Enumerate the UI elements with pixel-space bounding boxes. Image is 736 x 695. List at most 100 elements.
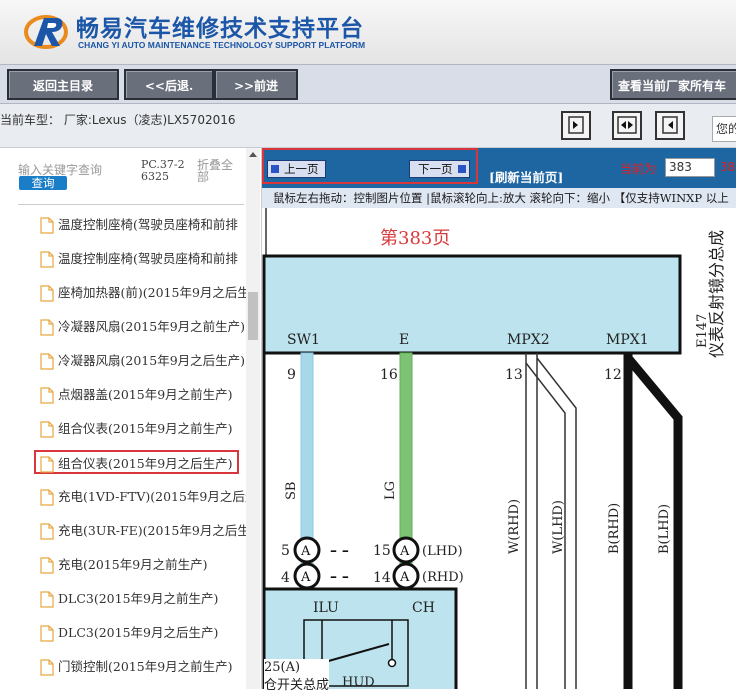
tree-item[interactable]: 点烟器盖(2015年9月之前生产) <box>40 383 233 407</box>
current-model: 当前车型： 厂家:Lexus（凌志)LX5702016 <box>0 113 236 127</box>
catalog-sidebar: 输入关键字查询 查询 PC.37-26325 折叠全部 温度控制座椅(驾驶员座椅… <box>0 148 262 689</box>
connector-letter: A <box>399 544 410 559</box>
expand-icon <box>617 116 637 134</box>
scroll-up-arrow-icon[interactable] <box>249 152 257 157</box>
svg-text:– –: – – <box>330 543 349 559</box>
document-icon <box>40 659 54 676</box>
lower-label: CH <box>412 600 435 616</box>
pin-number: 9 <box>287 367 296 383</box>
document-icon <box>40 523 54 540</box>
tree-item-label: 充电(3UR-FE)(2015年9月之后生 <box>58 523 246 538</box>
wire-color-label: W(RHD) <box>507 499 522 554</box>
main-toolbar: 返回主目录 <<后退. >>前进 查看当前厂家所有车 <box>0 64 736 104</box>
expand-both-button[interactable] <box>612 111 642 140</box>
wiring-diagram-svg: 第383页 E147 仪表反射镜分总成 SW1 E MPX2 MPX1 9 16… <box>262 208 726 689</box>
page-title: 第383页 <box>380 228 450 249</box>
wire-color-label: W(LHD) <box>551 500 566 554</box>
connector-tag: (LHD) <box>422 544 463 559</box>
collapse-right-button[interactable] <box>655 111 685 140</box>
tree-item-label: 冷凝器风扇(2015年9月之后生产) <box>58 353 246 368</box>
tree-item-label: 点烟器盖(2015年9月之前生产) <box>58 387 233 402</box>
back-button[interactable]: <<后退. <box>124 69 214 100</box>
document-icon <box>40 489 54 506</box>
connector-pin: 14 <box>373 570 391 586</box>
connector-pin: 15 <box>373 543 391 559</box>
pin-label: MPX2 <box>507 332 550 348</box>
pin-number: 12 <box>604 367 622 383</box>
document-icon <box>40 591 54 608</box>
tree-item-label: 冷凝器风扇(2015年9月之前生产) <box>58 319 246 334</box>
fold-all-link[interactable]: 折叠全部 <box>197 159 241 183</box>
tree-item-label: 充电(2015年9月之前生产) <box>58 557 208 572</box>
document-icon <box>40 421 54 438</box>
collapse-left-button[interactable] <box>561 111 591 140</box>
switch-code: 25(A) 仓开关总成 <box>264 659 330 695</box>
tree-item-label: DLC3(2015年9月之前生产) <box>58 591 219 606</box>
pc-code: PC.37-26325 <box>141 159 185 183</box>
mouse-hint: 鼠标左右拖动：控制图片位置 |鼠标滚轮向上:放大 滚轮向下：缩小 【仅支持WIN… <box>262 188 736 208</box>
document-icon <box>40 456 54 473</box>
document-icon <box>40 387 54 404</box>
search-button[interactable]: 查询 <box>19 176 67 190</box>
document-icon <box>40 251 54 268</box>
tree-item-selected[interactable]: 组合仪表(2015年9月之后生产) <box>34 450 239 474</box>
connector-letter: A <box>300 544 311 559</box>
document-icon <box>40 217 54 234</box>
pin-label: E <box>399 332 409 348</box>
tree-item[interactable]: 门锁控制(2015年9月之前生产) <box>40 655 233 679</box>
forward-button[interactable]: >>前进 <box>214 69 298 100</box>
tree-item[interactable]: 充电(1VD-FTV)(2015年9月之后生 <box>40 485 246 509</box>
tree-item[interactable]: 座椅加热器(前)(2015年9月之后生 <box>40 281 246 305</box>
lower-label: HUD <box>342 675 375 689</box>
platform-subtitle: CHANG YI AUTO MAINTENANCE TECHNOLOGY SUP… <box>78 40 366 50</box>
tree-item[interactable]: 温度控制座椅(驾驶员座椅和前排 <box>40 247 238 271</box>
tree-item[interactable]: 组合仪表(2015年9月之前生产) <box>40 417 233 441</box>
pin-number: 16 <box>380 367 398 383</box>
panel-right-icon <box>568 116 584 134</box>
viewer-toolbar: 上一页 下一页 [刷新当前页] 当前为 383 38 <box>262 148 736 188</box>
home-button[interactable]: 返回主目录 <box>7 69 119 100</box>
app-header: 畅易汽车维修技术支持平台 CHANG YI AUTO MAINTENANCE T… <box>0 0 736 64</box>
document-icon <box>40 319 54 336</box>
tree-item-label: 组合仪表(2015年9月之前生产) <box>58 421 233 436</box>
connector-letter: A <box>399 570 410 585</box>
tree-item[interactable]: DLC3(2015年9月之后生产) <box>40 621 218 645</box>
sidebar-scrollbar[interactable] <box>246 148 260 689</box>
current-page-input[interactable]: 383 <box>665 158 715 177</box>
connector-pin: 4 <box>281 570 290 586</box>
wiring-diagram[interactable]: 第383页 E147 仪表反射镜分总成 SW1 E MPX2 MPX1 9 16… <box>262 208 736 689</box>
svg-text:– –: – – <box>330 569 349 585</box>
wire-color-label: SB <box>284 482 299 500</box>
current-page-label: 当前为 <box>620 162 657 176</box>
connector-letter: A <box>300 570 311 585</box>
tree-item-label: 充电(1VD-FTV)(2015年9月之后生 <box>58 489 246 504</box>
tree-item-label: 座椅加热器(前)(2015年9月之后生 <box>58 285 246 300</box>
tree-item[interactable]: DLC3(2015年9月之前生产) <box>40 587 218 611</box>
tree-item-label: 温度控制座椅(驾驶员座椅和前排 <box>58 217 238 232</box>
scrollbar-thumb[interactable] <box>248 292 258 340</box>
pin-label: SW1 <box>287 332 320 348</box>
tree-item-label: 温度控制座椅(驾驶员座椅和前排 <box>58 251 238 266</box>
wire-color-label: B(RHD) <box>607 503 622 554</box>
pin-label: MPX1 <box>606 332 649 348</box>
tree-item[interactable]: 冷凝器风扇(2015年9月之后生产) <box>40 349 245 373</box>
view-all-models-button[interactable]: 查看当前厂家所有车 <box>610 69 736 100</box>
tree-item-label: 组合仪表(2015年9月之后生产) <box>58 456 233 471</box>
connector-tag: (RHD) <box>422 570 464 585</box>
pc-code-text: PC.37-26325 <box>141 158 185 183</box>
wire-color-label: B(LHD) <box>657 504 672 554</box>
refresh-page-link[interactable]: [刷新当前页] <box>489 167 563 186</box>
tree-item[interactable]: 冷凝器风扇(2015年9月之前生产) <box>40 315 245 339</box>
panel-left-icon <box>662 116 678 134</box>
tree-item[interactable]: 充电(2015年9月之前生产) <box>40 553 208 577</box>
pin-number: 13 <box>505 367 523 383</box>
lower-label: ILU <box>313 600 339 616</box>
tree-item-label: 门锁控制(2015年9月之前生产) <box>58 659 233 674</box>
document-tree: 温度控制座椅(驾驶员座椅和前排 温度控制座椅(驾驶员座椅和前排 座椅加热器(前)… <box>0 210 246 689</box>
component-name: 仪表反射镜分总成 <box>707 230 726 358</box>
sidebar-divider <box>18 204 244 205</box>
tree-item[interactable]: 温度控制座椅(驾驶员座椅和前排 <box>40 213 238 237</box>
tree-item[interactable]: 充电(3UR-FE)(2015年9月之后生 <box>40 519 246 543</box>
user-greeting: 您的 <box>712 116 736 142</box>
document-icon <box>40 625 54 642</box>
